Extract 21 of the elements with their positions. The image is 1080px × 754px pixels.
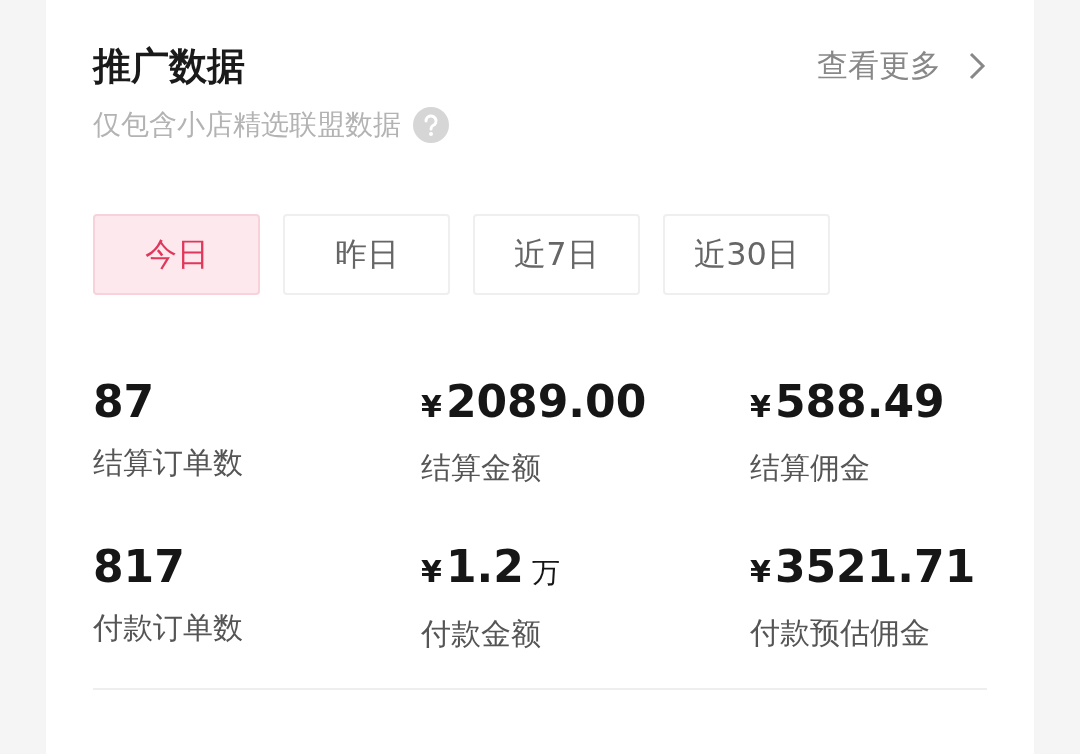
chevron-right-icon: [967, 50, 987, 82]
view-more-link[interactable]: 查看更多: [817, 45, 987, 87]
stat-value: ¥2089.00: [421, 377, 648, 429]
date-tab[interactable]: 近7日: [473, 214, 640, 295]
stat-value: ¥588.49: [750, 377, 946, 429]
stat-value: ¥1.2 万: [421, 542, 561, 594]
stat-label: 结算金额: [421, 450, 542, 486]
section-title: 推广数据: [93, 42, 245, 90]
date-tab[interactable]: 近30日: [663, 214, 830, 295]
date-tab[interactable]: 今日: [93, 214, 260, 295]
stat-label: 结算佣金: [750, 450, 871, 486]
date-tab[interactable]: 昨日: [283, 214, 450, 295]
subtitle: 仅包含小店精选联盟数据: [93, 107, 401, 143]
stat-label: 付款金额: [421, 616, 542, 652]
stat-value: 817: [93, 542, 186, 592]
stat-label: 结算订单数: [93, 445, 244, 481]
stat-label: 付款预估佣金: [750, 615, 931, 651]
help-icon[interactable]: [413, 107, 449, 143]
stat-label: 付款订单数: [93, 610, 244, 646]
stat-value: ¥3521.71: [750, 542, 977, 594]
stat-value: 87: [93, 377, 156, 427]
